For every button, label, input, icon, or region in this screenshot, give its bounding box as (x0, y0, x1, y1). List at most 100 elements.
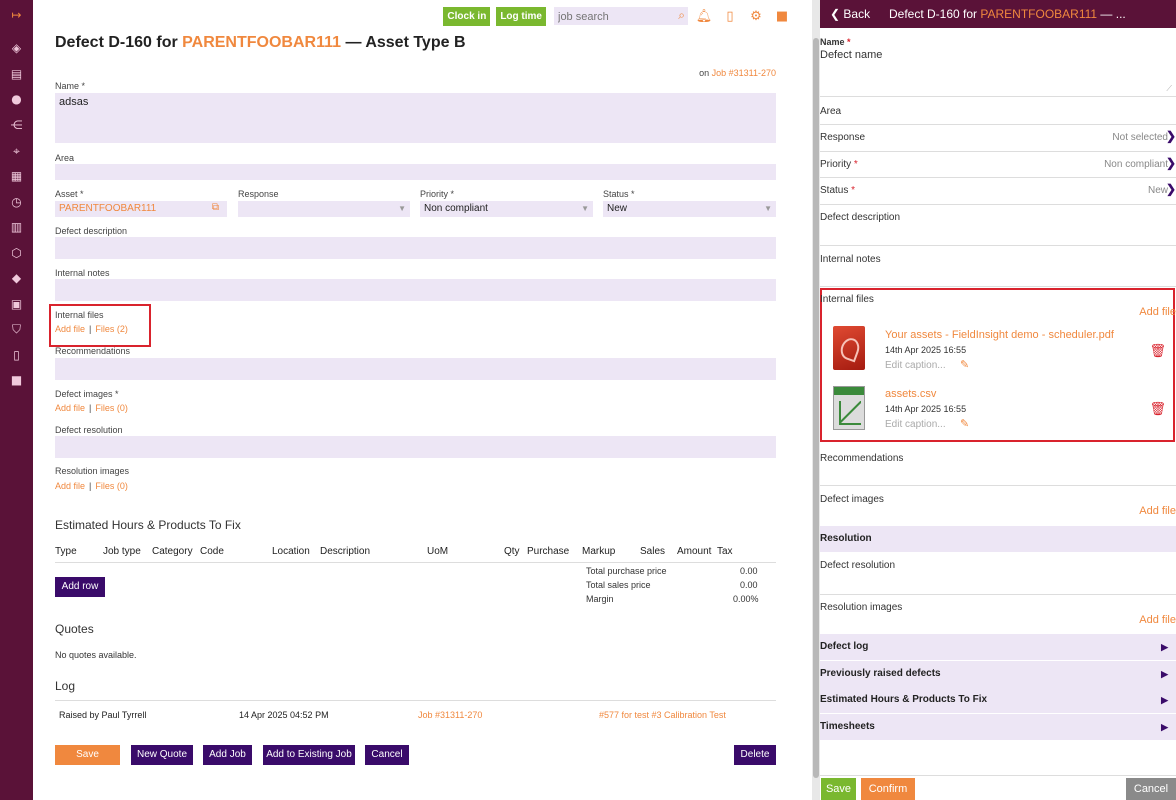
defect-description-textarea[interactable] (55, 237, 776, 259)
divider (820, 485, 1176, 486)
scrollbar-thumb[interactable] (813, 38, 819, 778)
user-icon[interactable]: ● (8, 91, 25, 108)
timesheets-section[interactable]: Timesheets ▶ (820, 714, 1176, 740)
recommendations-textarea[interactable] (55, 358, 776, 380)
chevron-right-icon[interactable]: ❯ (1166, 156, 1176, 170)
tag-icon[interactable]: ◆ (8, 270, 25, 287)
r-internal-add-file[interactable]: Add file (1139, 306, 1176, 318)
job-link[interactable]: Job #31311-270 (712, 68, 776, 78)
total-sales-value: 0.00 (740, 580, 758, 590)
r-resolution-add-file[interactable]: Add file (1139, 614, 1176, 626)
internal-files-highlight (820, 288, 1175, 442)
chevron-left-icon: ❮ (830, 7, 841, 21)
hierarchy-icon[interactable]: ⋲ (8, 117, 25, 134)
pdf-file-icon[interactable] (833, 326, 865, 370)
log-job-link[interactable]: Job #31311-270 (418, 710, 482, 720)
trash-icon[interactable]: 🗑︎ (1149, 402, 1166, 417)
edit-caption[interactable]: Edit caption... (885, 360, 946, 371)
caret-right-icon: ▶ (1161, 669, 1168, 679)
resolution-images-links: Add file | Files (0) (55, 481, 128, 491)
job-search-input[interactable] (554, 8, 688, 26)
clock-in-button[interactable]: Clock in (443, 6, 491, 26)
clipboard-icon[interactable]: ▥ (8, 219, 25, 236)
defect-log-section[interactable]: Defect log ▶ (820, 634, 1176, 660)
images-add-file-link[interactable]: Add file (55, 403, 85, 413)
res-files-link[interactable]: Files (0) (95, 481, 128, 491)
page-title: Defect D-160 for PARENTFOOBAR111 — Asset… (55, 34, 466, 51)
r-confirm-button[interactable]: Confirm (861, 778, 915, 800)
estimated-section[interactable]: Estimated Hours & Products To Fix ▶ (820, 687, 1176, 713)
back-button[interactable]: ❮ Back (830, 0, 870, 28)
col-sales: Sales (640, 546, 666, 557)
name-textarea[interactable]: adsas (55, 93, 776, 143)
right-panel-header: ❮ Back Defect D-160 for PARENTFOOBAR111 … (820, 0, 1176, 28)
response-select[interactable]: ▼ (238, 201, 410, 217)
r-save-button[interactable]: Save (821, 778, 856, 800)
search-icon[interactable]: ⌕ (678, 8, 685, 23)
internal-files-link[interactable]: Files (2) (95, 324, 128, 334)
location-pin-icon[interactable]: ⌖ (8, 143, 25, 160)
cancel-button[interactable]: Cancel (365, 745, 409, 765)
chevron-right-icon[interactable]: ❯ (1166, 182, 1176, 196)
delete-button[interactable]: Delete (734, 745, 776, 765)
file-name-link[interactable]: assets.csv (885, 388, 936, 400)
book-icon[interactable]: ■ (772, 9, 792, 24)
r-defect-resolution-label: Defect resolution (820, 560, 896, 571)
pencil-icon[interactable]: ✎ (960, 417, 969, 430)
r-cancel-button[interactable]: Cancel (1126, 778, 1176, 800)
gear-icon[interactable]: ⚙ (746, 9, 766, 24)
file-date: 14th Apr 2025 16:55 (885, 404, 967, 414)
shield-icon[interactable]: ⛉ (8, 321, 25, 338)
document-icon[interactable]: ▤ (8, 66, 25, 83)
recommendations-label: Recommendations (55, 346, 131, 356)
box-icon[interactable]: ⬡ (8, 245, 25, 262)
res-add-file-link[interactable]: Add file (55, 481, 85, 491)
map-icon[interactable]: ▦ (8, 168, 25, 185)
logout-icon[interactable]: ↦ (8, 7, 25, 24)
priority-select[interactable]: Non compliant ▼ (420, 201, 593, 217)
status-select[interactable]: New ▼ (603, 201, 776, 217)
edit-caption[interactable]: Edit caption... (885, 419, 946, 430)
r-name-label: Name * (820, 37, 851, 47)
new-quote-button[interactable]: New Quote (131, 745, 193, 765)
caret-right-icon: ▶ (1161, 722, 1168, 732)
save-button[interactable]: Save (55, 745, 120, 765)
right-panel-footer: Save Confirm Cancel (820, 775, 1176, 800)
r-response-value[interactable]: Not selected (1112, 132, 1168, 143)
previously-raised-section[interactable]: Previously raised defects ▶ (820, 661, 1176, 687)
book-icon[interactable]: ▯ (8, 347, 25, 364)
file-name-link[interactable]: Your assets - FieldInsight demo - schedu… (885, 329, 1114, 341)
clock-icon[interactable]: ◷ (8, 194, 25, 211)
dashboard-icon[interactable]: ◈ (8, 40, 25, 57)
add-job-button[interactable]: Add Job (203, 745, 252, 765)
r-defect-description-label: Defect description (820, 212, 901, 223)
csv-file-icon[interactable] (833, 386, 865, 430)
mobile-icon[interactable]: ▯ (720, 9, 740, 24)
images-files-link[interactable]: Files (0) (95, 403, 128, 413)
external-link-icon[interactable]: ⧉ (212, 202, 219, 213)
notebook-icon[interactable]: ■ (8, 372, 25, 389)
total-sales-label: Total sales price (586, 580, 651, 590)
col-amount: Amount (677, 546, 712, 557)
bell-icon[interactable]: 🔔︎ (694, 9, 714, 24)
r-images-add-file[interactable]: Add file (1139, 505, 1176, 517)
r-priority-value[interactable]: Non compliant (1104, 159, 1168, 170)
log-time-button[interactable]: Log time (496, 6, 546, 26)
resize-handle-icon[interactable]: ⟋ (1166, 84, 1172, 94)
internal-add-file-link[interactable]: Add file (55, 324, 85, 334)
trash-icon[interactable]: 🗑︎ (1149, 344, 1166, 359)
add-existing-job-button[interactable]: Add to Existing Job (263, 745, 355, 765)
scan-icon[interactable]: ▣ (8, 296, 25, 313)
job-search: ⌕ (554, 7, 688, 26)
internal-notes-textarea[interactable] (55, 279, 776, 301)
defect-resolution-textarea[interactable] (55, 436, 776, 458)
log-ref-link[interactable]: #577 for test #3 Calibration Test (599, 710, 726, 720)
r-name-input[interactable]: Defect name (820, 49, 882, 61)
area-input[interactable] (55, 164, 776, 180)
asset-field[interactable]: PARENTFOOBAR111 ⧉ (55, 201, 227, 217)
title-asset-link[interactable]: PARENTFOOBAR111 (182, 34, 341, 51)
dropdown-arrow-icon: ▼ (398, 204, 406, 213)
chevron-right-icon[interactable]: ❯ (1166, 129, 1176, 143)
add-row-button[interactable]: Add row (55, 577, 105, 597)
pencil-icon[interactable]: ✎ (960, 358, 969, 371)
